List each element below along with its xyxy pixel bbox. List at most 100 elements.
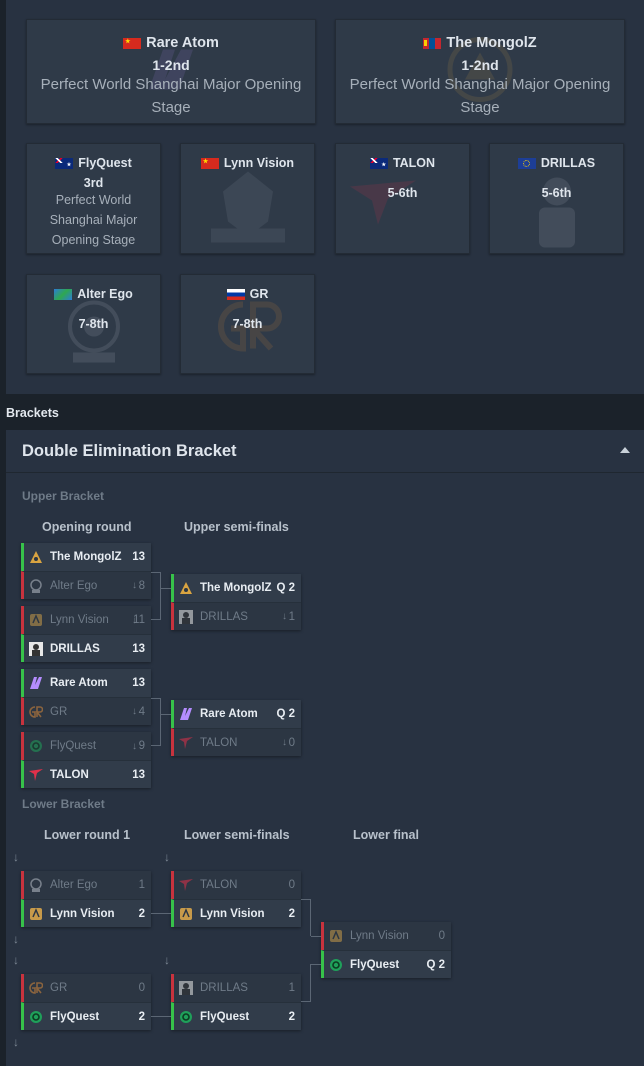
- collapse-caret-icon[interactable]: [620, 447, 630, 453]
- team-name[interactable]: Lynn Vision: [350, 930, 409, 942]
- placement-card-alter-ego[interactable]: Alter Ego 7-8th: [26, 274, 161, 374]
- team-name[interactable]: GR: [50, 706, 67, 718]
- flyquest-logo-icon: [179, 1010, 193, 1024]
- match-slot[interactable]: FlyQuest ↓ 9: [21, 732, 151, 760]
- placement-rank: 5-6th: [387, 185, 418, 200]
- match-slot[interactable]: DRILLAS 13: [21, 634, 151, 662]
- team-score: 13: [132, 642, 145, 655]
- match-slot[interactable]: Alter Ego 1: [21, 871, 151, 899]
- team-score: 2: [288, 907, 295, 920]
- bracket-title: Double Elimination Bracket: [22, 442, 237, 460]
- team-name[interactable]: The MongolZ: [50, 551, 122, 563]
- team-name[interactable]: The MongolZ: [200, 582, 272, 594]
- placement-team[interactable]: Alter Ego: [54, 287, 133, 301]
- drop-in-arrow-icon: ↓: [13, 850, 19, 864]
- team-name[interactable]: Lynn Vision: [50, 614, 109, 626]
- bracket-header[interactable]: Double Elimination Bracket: [6, 430, 644, 473]
- placement-team[interactable]: ★ Rare Atom: [123, 35, 219, 51]
- alter-ego-logo-watermark: [59, 294, 129, 369]
- placement-team[interactable]: The MongolZ: [423, 35, 537, 51]
- team-name[interactable]: Rare Atom: [50, 677, 108, 689]
- team-name[interactable]: Rare Atom: [200, 708, 258, 720]
- flyquest-logo-icon: [329, 958, 343, 972]
- match-opening-4[interactable]: FlyQuest ↓ 9 TALON 13: [21, 732, 151, 788]
- placement-card-drillas[interactable]: DRILLAS 5-6th: [489, 143, 624, 254]
- match-slot[interactable]: FlyQuest 2: [21, 1002, 151, 1030]
- match-lower-r1-1[interactable]: Alter Ego 1 Lynn Vision 2: [21, 871, 151, 927]
- team-score: Q 2: [276, 582, 295, 594]
- match-slot[interactable]: DRILLAS ↓ 1: [171, 602, 301, 630]
- match-lower-final[interactable]: Lynn Vision 0 FlyQuest Q 2: [321, 922, 451, 978]
- placement-team[interactable]: ★ TALON: [369, 156, 435, 170]
- drillas-logo-icon: [29, 641, 43, 656]
- match-slot[interactable]: The MongolZ 13: [21, 543, 151, 571]
- team-name[interactable]: DRILLAS: [200, 611, 248, 623]
- placement-team[interactable]: ★ FlyQuest: [55, 156, 132, 170]
- team-name[interactable]: DRILLAS: [200, 982, 248, 994]
- match-slot[interactable]: Rare Atom 13: [21, 669, 151, 697]
- match-lower-semi-1[interactable]: TALON 0 Lynn Vision 2: [171, 871, 301, 927]
- match-opening-1[interactable]: The MongolZ 13 Alter Ego ↓ 8: [21, 543, 151, 599]
- placement-card-gr[interactable]: GR 7-8th: [180, 274, 315, 374]
- team-name[interactable]: TALON: [200, 879, 238, 891]
- match-slot[interactable]: The MongolZ Q 2: [171, 574, 301, 602]
- match-slot[interactable]: Lynn Vision 2: [21, 899, 151, 927]
- team-name[interactable]: Alter Ego: [50, 879, 97, 891]
- team-name[interactable]: FlyQuest: [50, 740, 96, 752]
- bracket-connector: [161, 588, 171, 589]
- match-opening-2[interactable]: Lynn Vision ↓ 11 DRILLAS 13: [21, 606, 151, 662]
- team-score: 4: [138, 705, 145, 718]
- team-name[interactable]: TALON: [200, 737, 238, 749]
- match-slot[interactable]: GR 0: [21, 974, 151, 1002]
- match-upper-semi-2[interactable]: Rare Atom Q 2 TALON ↓ 0: [171, 700, 301, 756]
- team-name[interactable]: FlyQuest: [200, 1011, 249, 1023]
- drop-in-arrow-icon: ↓: [13, 932, 19, 946]
- match-slot[interactable]: Lynn Vision 2: [171, 899, 301, 927]
- bracket-connector: [151, 698, 161, 714]
- team-name[interactable]: Lynn Vision: [200, 908, 265, 920]
- rareatom-logo-icon: [179, 707, 193, 721]
- match-slot[interactable]: Alter Ego ↓ 8: [21, 571, 151, 599]
- team-name[interactable]: FlyQuest: [50, 1011, 99, 1023]
- placement-card-flyquest[interactable]: ★ FlyQuest 3rd Perfect World Shanghai Ma…: [26, 143, 161, 254]
- match-lower-semi-2[interactable]: DRILLAS 1 FlyQuest 2: [171, 974, 301, 1030]
- placement-card-the-mongolz[interactable]: The MongolZ 1-2nd Perfect World Shanghai…: [335, 19, 625, 124]
- match-lower-r1-2[interactable]: GR 0 FlyQuest 2: [21, 974, 151, 1030]
- placement-card-rare-atom[interactable]: ★ Rare Atom 1-2nd Perfect World Shanghai…: [26, 19, 316, 124]
- placement-event[interactable]: Perfect World Shanghai Major Opening Sta…: [336, 73, 624, 119]
- china-flag-icon: ★: [123, 37, 142, 49]
- team-name[interactable]: Alter Ego: [50, 580, 97, 592]
- lynn-logo-icon: [29, 613, 43, 627]
- team-name[interactable]: Lynn Vision: [50, 908, 115, 920]
- placement-event[interactable]: Perfect World Shanghai Major Opening Sta…: [27, 73, 315, 119]
- team-name[interactable]: GR: [50, 982, 67, 994]
- match-slot[interactable]: FlyQuest Q 2: [321, 950, 451, 978]
- match-slot[interactable]: TALON 0: [171, 871, 301, 899]
- team-name[interactable]: DRILLAS: [50, 643, 100, 655]
- match-upper-semi-1[interactable]: The MongolZ Q 2 DRILLAS ↓ 1: [171, 574, 301, 630]
- placement-team[interactable]: DRILLAS: [517, 156, 595, 170]
- placement-card-lynn-vision[interactable]: ★ Lynn Vision: [180, 143, 315, 254]
- match-slot[interactable]: FlyQuest 2: [171, 1002, 301, 1030]
- team-score: Q 2: [276, 708, 295, 720]
- match-slot[interactable]: TALON ↓ 0: [171, 728, 301, 756]
- upper-bracket-label: Upper Bracket: [22, 489, 105, 503]
- eliminated-arrow-icon: ↓: [282, 611, 287, 622]
- match-slot[interactable]: Lynn Vision ↓ 11: [21, 606, 151, 634]
- team-score: 13: [132, 677, 145, 689]
- match-slot[interactable]: Rare Atom Q 2: [171, 700, 301, 728]
- match-slot[interactable]: GR ↓ 4: [21, 697, 151, 725]
- match-slot[interactable]: DRILLAS 1: [171, 974, 301, 1002]
- lynn-logo-icon: [329, 929, 343, 943]
- team-name[interactable]: FlyQuest: [350, 959, 399, 971]
- match-slot[interactable]: Lynn Vision 0: [321, 922, 451, 950]
- placement-team[interactable]: ★ Lynn Vision: [200, 156, 294, 170]
- placement-team[interactable]: GR: [226, 287, 268, 301]
- alterego-logo-icon: [29, 878, 43, 892]
- team-name[interactable]: TALON: [50, 769, 89, 781]
- placement-card-talon[interactable]: ★ TALON 5-6th: [335, 143, 470, 254]
- drop-in-arrow-icon: ↓: [164, 953, 170, 967]
- match-opening-3[interactable]: Rare Atom 13 GR ↓ 4: [21, 669, 151, 725]
- placement-event[interactable]: Perfect World Shanghai Major Opening Sta…: [27, 190, 160, 250]
- match-slot[interactable]: TALON 13: [21, 760, 151, 788]
